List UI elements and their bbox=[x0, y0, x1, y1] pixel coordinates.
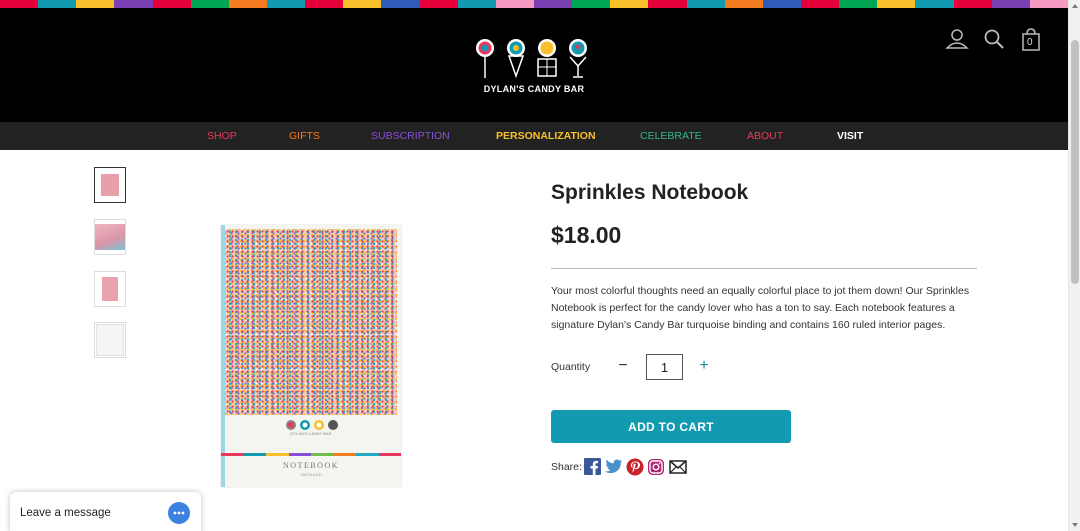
stripe-segment bbox=[915, 0, 954, 8]
colorbar-segment bbox=[333, 453, 356, 456]
account-icon[interactable] bbox=[945, 28, 969, 55]
sprinkles-cover bbox=[225, 229, 397, 415]
quantity-decrease-button[interactable]: − bbox=[616, 356, 630, 376]
stripe-segment bbox=[228, 0, 267, 8]
cart-icon[interactable]: 0 bbox=[1020, 28, 1042, 57]
main-nav: SHOP GIFTS SUBSCRIPTION PERSONALIZATION … bbox=[0, 122, 1068, 150]
chat-bubble-icon[interactable] bbox=[168, 502, 190, 524]
cart-count: 0 bbox=[1027, 37, 1033, 48]
notebook-sublabel: 160 RULED bbox=[300, 472, 322, 477]
nav-item-shop[interactable]: SHOP bbox=[207, 130, 237, 142]
pinterest-icon[interactable] bbox=[626, 458, 644, 481]
stripe-segment bbox=[419, 0, 458, 8]
stripe-segment bbox=[457, 0, 496, 8]
product-thumbnail-2[interactable] bbox=[94, 219, 126, 255]
stripe-segment bbox=[190, 0, 229, 8]
colorbar-segment bbox=[311, 453, 334, 456]
notebook-label: NOTEBOOK bbox=[283, 461, 339, 470]
product-price: $18.00 bbox=[551, 222, 622, 248]
stripe-segment bbox=[800, 0, 840, 8]
search-icon[interactable] bbox=[983, 28, 1005, 55]
product-description: Your most colorful thoughts need an equa… bbox=[551, 285, 970, 331]
facebook-icon[interactable] bbox=[584, 458, 601, 480]
stripe-segment bbox=[572, 0, 611, 8]
stripe-segment bbox=[495, 0, 534, 8]
nav-item-gifts[interactable]: GIFTS bbox=[289, 130, 320, 142]
stripe-segment bbox=[381, 0, 420, 8]
stripe-segment bbox=[839, 0, 878, 8]
notebook-binding bbox=[221, 225, 225, 487]
colorbar-segment bbox=[221, 453, 244, 456]
stripe-segment bbox=[305, 0, 344, 8]
email-icon[interactable] bbox=[669, 459, 687, 480]
colorbar-segment bbox=[378, 453, 401, 456]
stripe-segment bbox=[610, 0, 649, 8]
stripe-segment bbox=[991, 0, 1030, 8]
chat-widget[interactable]: Leave a message bbox=[10, 492, 201, 531]
notebook-colorbar bbox=[221, 453, 401, 456]
brand-logo[interactable]: DYLAN'S CANDY BAR bbox=[474, 38, 594, 102]
nav-item-celebrate[interactable]: CELEBRATE bbox=[640, 130, 702, 142]
notebook-brand: DYLAN'S CANDY BAR bbox=[290, 431, 332, 436]
share-label: Share: bbox=[551, 461, 582, 473]
scroll-thumb[interactable] bbox=[1071, 40, 1079, 284]
rainbow-stripe bbox=[0, 0, 1068, 8]
stripe-segment bbox=[877, 0, 916, 8]
stripe-segment bbox=[343, 0, 382, 8]
stripe-segment bbox=[38, 0, 77, 8]
nav-item-visit[interactable]: VISIT bbox=[837, 130, 863, 142]
product-title: Sprinkles Notebook bbox=[551, 181, 749, 204]
colorbar-segment bbox=[243, 453, 266, 456]
stripe-segment bbox=[953, 0, 992, 8]
divider bbox=[551, 268, 977, 269]
product-thumbnail-4[interactable] bbox=[94, 322, 126, 358]
site-header: DYLAN'S CANDY BAR 0 bbox=[0, 8, 1068, 122]
stripe-segment bbox=[152, 0, 191, 8]
lollipop-logo-icon bbox=[476, 39, 587, 79]
nav-item-personalization[interactable]: PERSONALIZATION bbox=[496, 130, 596, 142]
quantity-increase-button[interactable]: + bbox=[696, 356, 712, 376]
stripe-segment bbox=[76, 0, 115, 8]
twitter-icon[interactable] bbox=[604, 458, 623, 480]
page-scrollbar[interactable] bbox=[1068, 0, 1080, 531]
product-image: DYLAN'S CANDY BAR NOTEBOOK 160 RULED bbox=[221, 225, 401, 487]
quantity-input[interactable] bbox=[646, 354, 683, 380]
colorbar-segment bbox=[288, 453, 311, 456]
scroll-down-icon[interactable] bbox=[1072, 523, 1078, 527]
stripe-segment bbox=[533, 0, 573, 8]
add-to-cart-button[interactable]: ADD TO CART bbox=[551, 410, 791, 443]
stripe-segment bbox=[266, 0, 306, 8]
chat-label: Leave a message bbox=[20, 507, 111, 519]
brand-name: DYLAN'S CANDY BAR bbox=[483, 84, 585, 94]
stripe-segment bbox=[648, 0, 687, 8]
product-thumbnail-3[interactable] bbox=[94, 271, 126, 307]
stripe-segment bbox=[724, 0, 763, 8]
colorbar-segment bbox=[266, 453, 289, 456]
stripe-segment bbox=[0, 0, 39, 8]
nav-item-about[interactable]: ABOUT bbox=[747, 130, 783, 142]
nav-item-subscription[interactable]: SUBSCRIPTION bbox=[371, 130, 450, 142]
instagram-icon[interactable] bbox=[647, 458, 665, 481]
scroll-up-icon[interactable] bbox=[1072, 4, 1078, 8]
stripe-segment bbox=[114, 0, 153, 8]
stripe-segment bbox=[686, 0, 725, 8]
colorbar-segment bbox=[356, 453, 379, 456]
stripe-segment bbox=[762, 0, 801, 8]
product-thumbnail-1[interactable] bbox=[94, 167, 126, 203]
quantity-label: Quantity bbox=[551, 361, 591, 373]
stripe-segment bbox=[1029, 0, 1068, 8]
